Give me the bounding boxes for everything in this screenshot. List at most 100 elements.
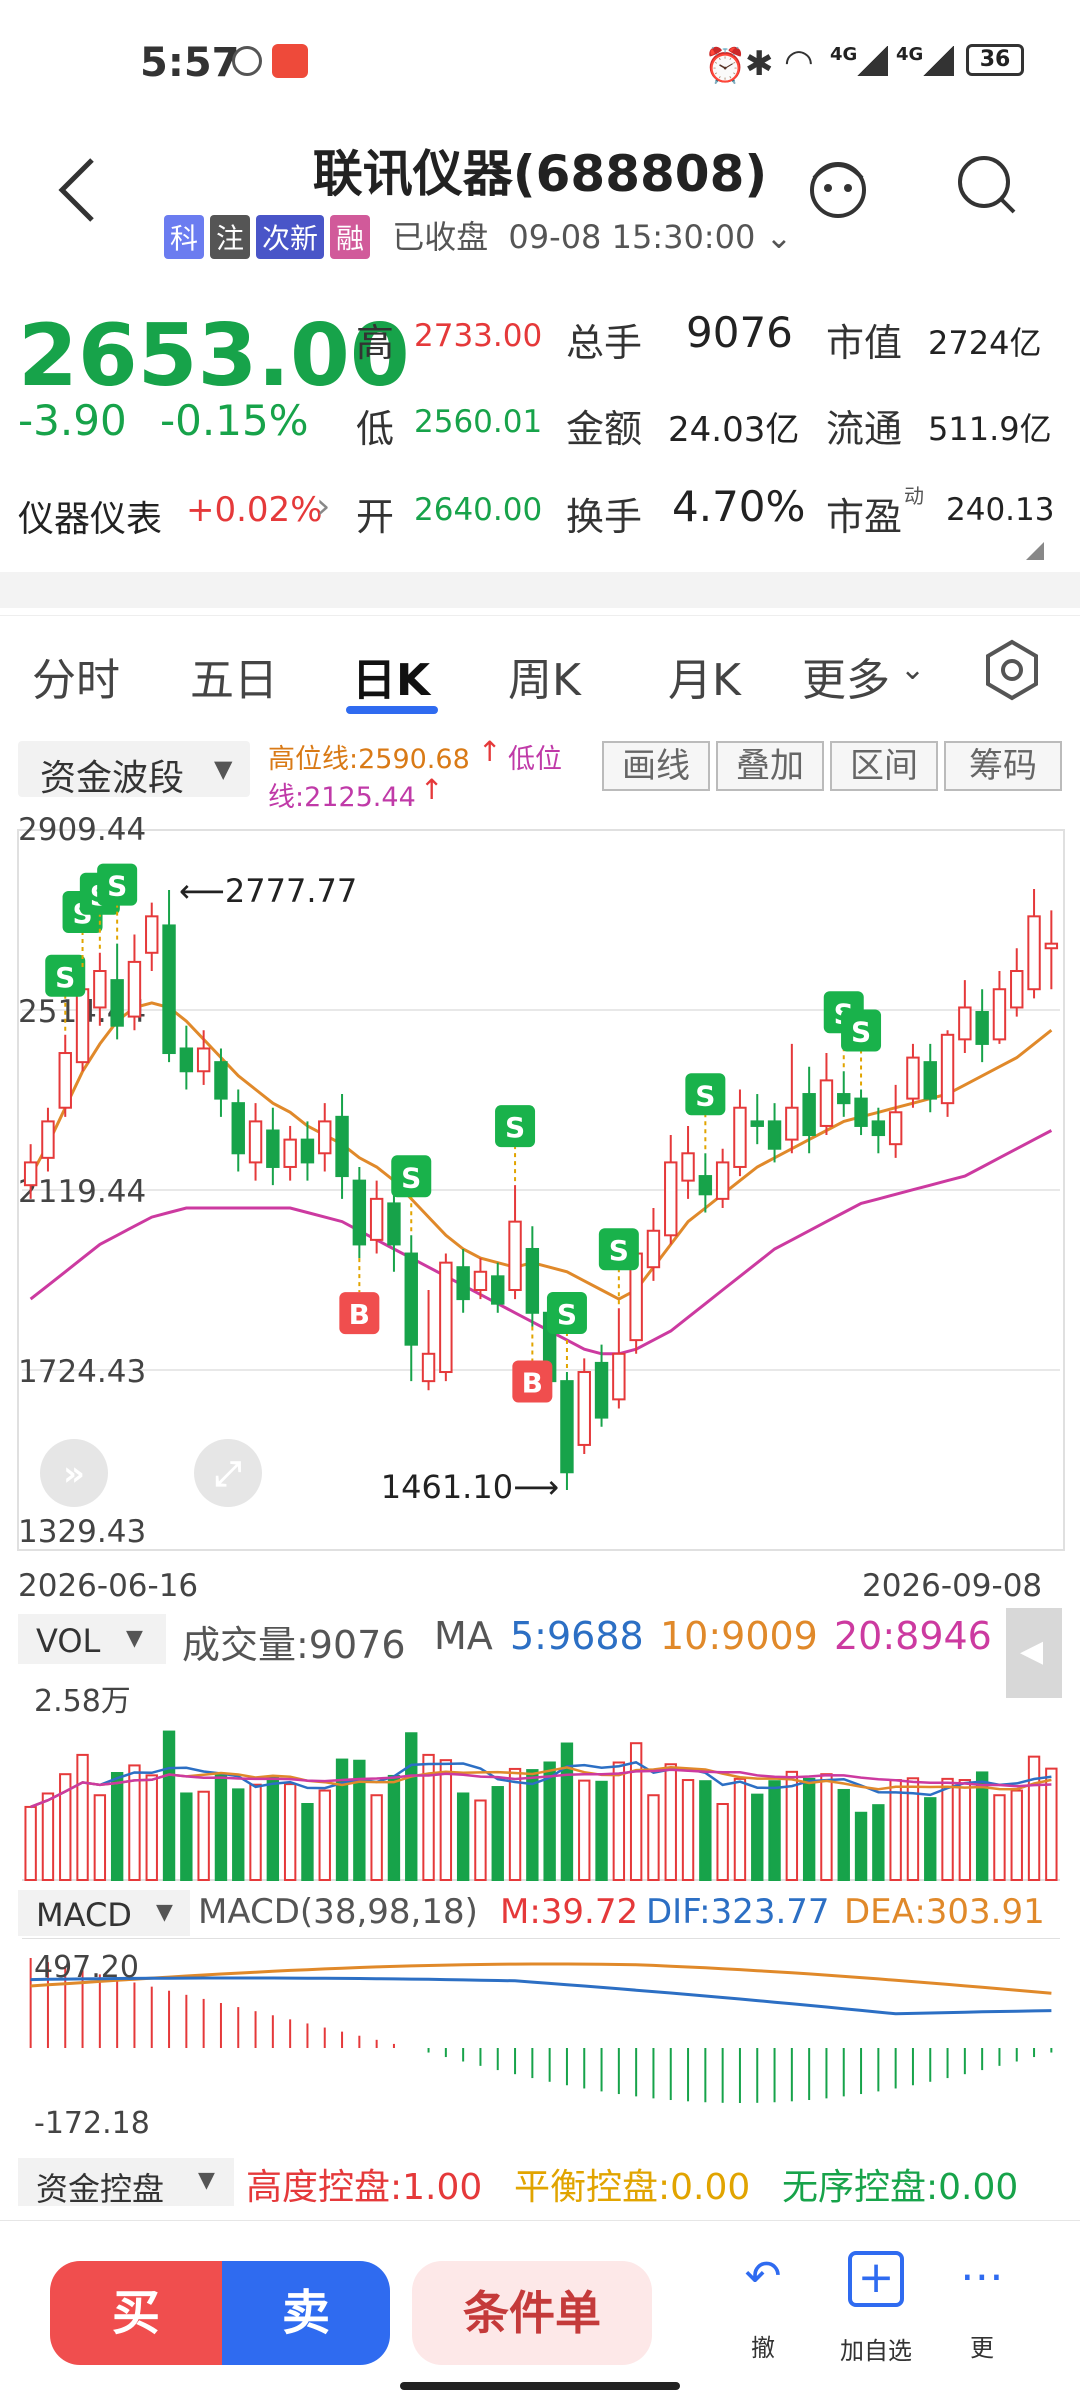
volume-bar	[214, 1774, 228, 1881]
candle-body	[767, 1120, 782, 1150]
y-tick-label: 2909.44	[18, 812, 146, 848]
high-label: 高	[356, 321, 395, 365]
candle-body	[41, 1120, 55, 1159]
volume-bar	[41, 1792, 55, 1881]
candle-body	[819, 1079, 834, 1127]
volume-bar	[837, 1788, 850, 1881]
volume-bar	[802, 1777, 816, 1881]
search-icon[interactable]	[952, 150, 1022, 220]
chevron-right-icon[interactable]: ›	[316, 486, 330, 527]
candle-body	[75, 988, 90, 1064]
volume-bar	[647, 1794, 660, 1881]
candle-body	[214, 1061, 228, 1100]
mktcap-value: 2724亿	[928, 324, 1042, 362]
signal1-icon	[856, 46, 888, 76]
tab-five-day[interactable]: 五日	[190, 644, 278, 708]
macd-dea-value: DEA:303.91	[844, 1892, 1045, 1932]
tab-more[interactable]: 更多	[802, 644, 890, 708]
y-tick-label: 1329.43	[18, 1514, 146, 1550]
chips-button[interactable]: 筹码	[944, 741, 1062, 791]
vol-ma20: 20:8946	[834, 1614, 992, 1658]
low-label: 低	[356, 407, 395, 451]
volume-bar	[681, 1779, 695, 1881]
turnover-label: 换手	[566, 495, 643, 539]
candle-body	[58, 1052, 72, 1109]
y-tick-label: 1724.43	[18, 1354, 146, 1390]
volume-bar	[491, 1786, 504, 1881]
settings-icon[interactable]	[980, 638, 1044, 702]
macd-chart[interactable]	[0, 1938, 1080, 2150]
tab-monthly-k[interactable]: 月K	[668, 644, 741, 708]
candle-body	[1010, 970, 1024, 1009]
pe-value: 240.13	[946, 492, 1055, 528]
control-select[interactable]: 资金控盘 ▼	[18, 2158, 234, 2208]
low-value: 2560.01	[414, 404, 543, 440]
mktcap-label: 市值	[826, 321, 903, 365]
volume-bar	[578, 1779, 591, 1881]
control-disorder: 无序控盘:0.00	[782, 2167, 1019, 2208]
wifi-icon: ◠	[784, 42, 814, 82]
buy-button-label: 买	[111, 2285, 160, 2341]
chart-start-date: 2026-06-16	[18, 1568, 199, 1604]
more-button[interactable]: ⋯ 更	[952, 2251, 1012, 2391]
candlestick-chart[interactable]: 2909.442514.442119.441724.431329.43SSSSS…	[0, 805, 1080, 1585]
volume-bar	[733, 1777, 747, 1881]
tab-weekly-k[interactable]: 周K	[508, 644, 581, 708]
chevron-down-icon: ⌄	[900, 652, 926, 687]
volume-bar	[508, 1767, 522, 1881]
alarm-icon: ⏰	[704, 46, 747, 86]
bottom-action-bar: 买 卖 条件单 ↶ 撤 + 加自选 ⋯ 更	[0, 2220, 1080, 2400]
expand-corner-icon[interactable]	[1026, 542, 1044, 560]
macd-select[interactable]: MACD ▼	[18, 1890, 190, 1936]
sector-change[interactable]: +0.02%	[186, 490, 323, 530]
candle-body	[940, 1033, 955, 1105]
range-button[interactable]: 区间	[830, 741, 938, 791]
sell-signal-label: S	[609, 1234, 629, 1267]
undo-button[interactable]: ↶ 撤	[728, 2251, 798, 2391]
candle-body	[491, 1275, 505, 1305]
buy-button[interactable]: 买	[50, 2261, 222, 2365]
signal2-icon	[922, 46, 954, 76]
volume-bar	[318, 1789, 331, 1881]
volume-bar	[820, 1773, 833, 1881]
candle-body	[525, 1247, 540, 1314]
candle-body	[837, 1093, 851, 1105]
volume-chart[interactable]	[0, 1668, 1080, 1888]
tab-daily-k[interactable]: 日K	[352, 644, 430, 708]
control-balance: 平衡控盘:0.00	[514, 2167, 751, 2208]
caret-down-icon: ▼	[214, 755, 233, 783]
vol-select[interactable]: VOL ▼	[18, 1614, 166, 1664]
volume-bar	[889, 1779, 902, 1881]
caret-down-icon: ▼	[198, 2168, 215, 2193]
macd-dif-value: DIF:323.77	[646, 1892, 830, 1932]
candle-body	[352, 1179, 367, 1246]
overlay-button[interactable]: 叠加	[716, 741, 824, 791]
tag-margin: 融	[330, 215, 371, 259]
robot-assistant-icon[interactable]	[800, 148, 876, 224]
chevron-down-icon[interactable]: ⌄	[765, 218, 792, 256]
candle-body	[715, 1161, 730, 1200]
candle-body	[508, 1220, 522, 1291]
volume-bar	[716, 1803, 729, 1881]
signal1-label: 4G	[830, 44, 858, 65]
control-high: 高度控盘:1.00	[246, 2167, 483, 2208]
sector-name[interactable]: 仪器仪表	[18, 490, 162, 542]
volume-bar	[1010, 1789, 1023, 1881]
indicator-select[interactable]: 资金波段 ▼	[18, 741, 250, 799]
conditional-order-button[interactable]: 条件单	[412, 2261, 652, 2365]
volume-bar	[993, 1794, 1006, 1881]
high-line-label: 高位线:2590.68	[268, 744, 470, 775]
draw-line-button[interactable]: 画线	[602, 741, 710, 791]
tag-kechuang: 科	[164, 215, 205, 259]
plus-square-icon: +	[848, 2251, 904, 2307]
tab-intraday[interactable]: 分时	[32, 644, 120, 708]
sell-signal-label: S	[851, 1015, 871, 1048]
candle-body	[923, 1061, 937, 1100]
sell-button[interactable]: 卖	[222, 2261, 390, 2365]
volume-label: 总手	[566, 321, 643, 365]
caret-left-icon: ◀	[1020, 1634, 1044, 1669]
add-watchlist-button[interactable]: + 加自选	[826, 2251, 926, 2391]
sell-signal-label: S	[401, 1161, 421, 1194]
high-value: 2733.00	[414, 318, 543, 354]
candle-body	[594, 1361, 609, 1419]
